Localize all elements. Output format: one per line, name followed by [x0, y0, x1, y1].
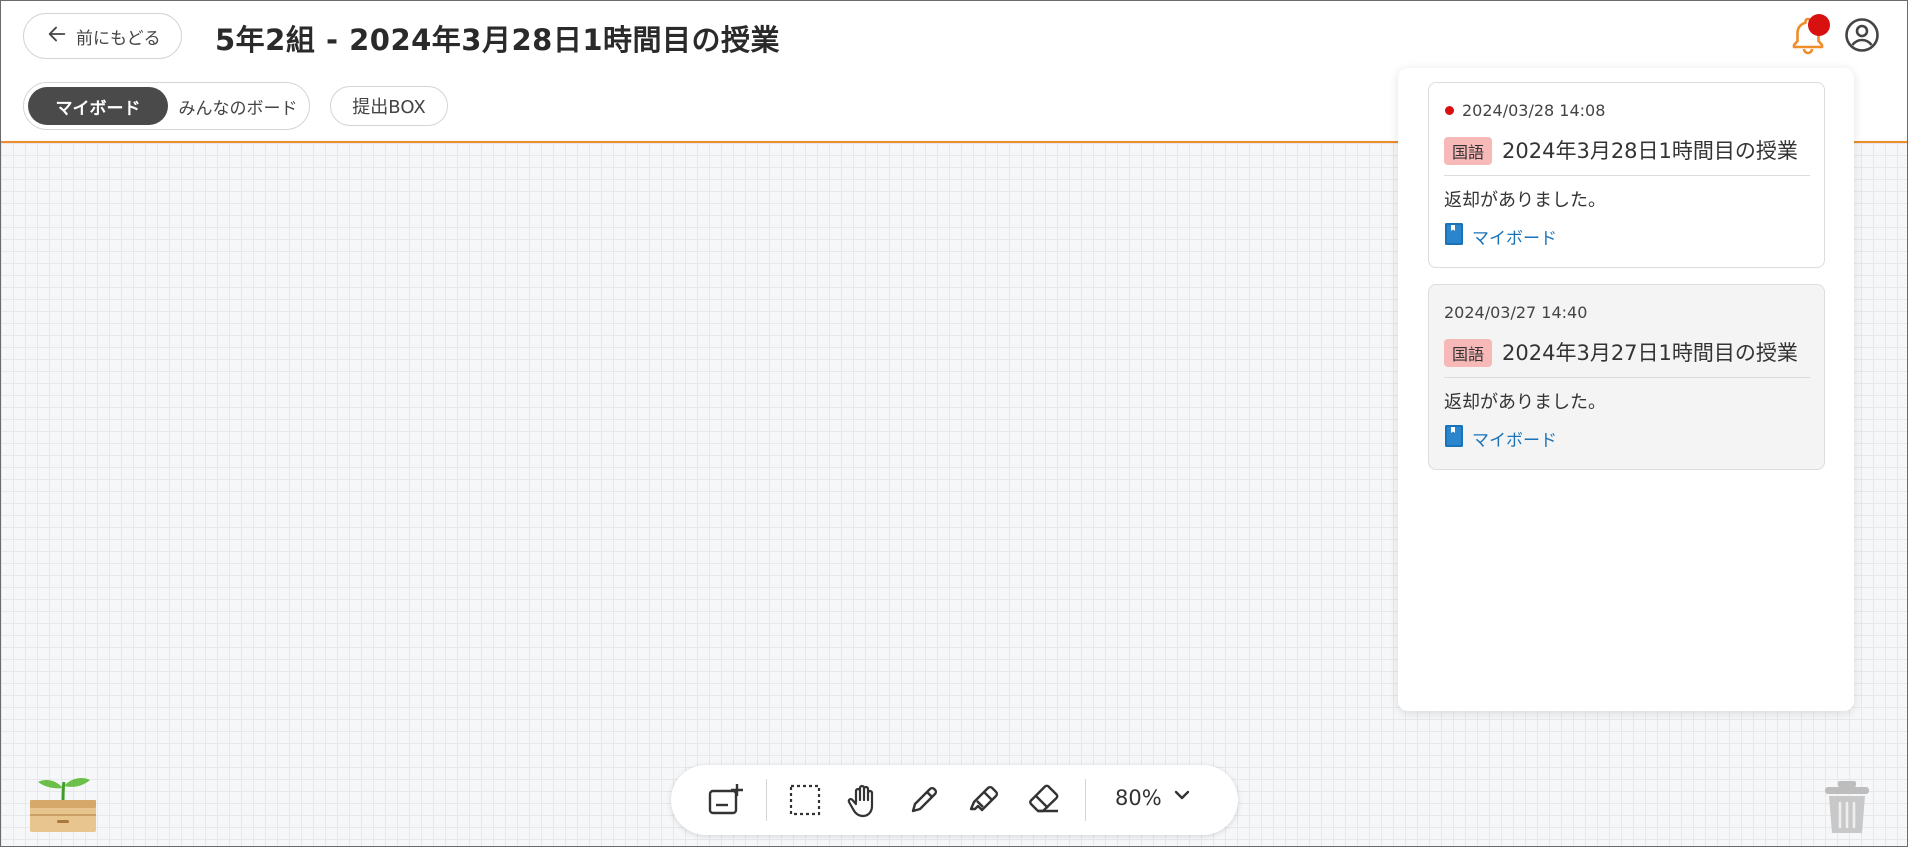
- eraser-icon[interactable]: [1025, 781, 1063, 819]
- toolbar-divider: [766, 779, 767, 821]
- board-book-icon: [1444, 424, 1464, 453]
- submit-box-button[interactable]: 提出BOX: [330, 86, 448, 126]
- notification-title: 2024年3月27日1時間目の授業: [1502, 341, 1798, 365]
- unread-dot-icon: [1445, 106, 1454, 115]
- my-board-link-label: マイボード: [1472, 431, 1557, 451]
- notification-item[interactable]: 2024/03/27 14:40 国語 2024年3月27日1時間目の授業 返却…: [1428, 284, 1825, 470]
- toolbar-divider: [1085, 779, 1086, 821]
- page-title: 5年2組 - 2024年3月28日1時間目の授業: [215, 23, 781, 57]
- app-window: 前にもどる 5年2組 - 2024年3月28日1時間目の授業 マイボード みんな…: [0, 0, 1908, 847]
- subject-badge: 国語: [1444, 339, 1493, 367]
- marker-icon[interactable]: [965, 781, 1003, 819]
- notification-badge: [1808, 14, 1830, 36]
- notification-message: 返却がありました。: [1444, 190, 1606, 211]
- back-button[interactable]: 前にもどる: [23, 13, 182, 59]
- add-card-icon[interactable]: [706, 781, 744, 819]
- tab-my-board[interactable]: マイボード: [28, 87, 168, 125]
- my-board-link[interactable]: マイボード: [1444, 222, 1557, 251]
- zoom-select[interactable]: 80%: [1115, 785, 1192, 810]
- subject-badge: 国語: [1444, 137, 1493, 165]
- tab-everyone-board[interactable]: みんなのボード: [170, 87, 306, 125]
- notification-item[interactable]: 2024/03/28 14:08 国語 2024年3月28日1時間目の授業 返却…: [1428, 82, 1825, 268]
- select-area-icon[interactable]: [786, 781, 824, 819]
- chevron-down-icon: [1172, 785, 1192, 810]
- account-icon[interactable]: [1844, 17, 1880, 53]
- notification-header: 国語 2024年3月27日1時間目の授業: [1444, 337, 1810, 378]
- pen-icon[interactable]: [905, 781, 943, 819]
- hand-icon[interactable]: [845, 781, 883, 819]
- notification-time-text: 2024/03/28 14:08: [1462, 101, 1606, 120]
- drawing-toolbar: 80%: [671, 765, 1238, 835]
- notification-title: 2024年3月28日1時間目の授業: [1502, 139, 1798, 163]
- back-label: 前にもどる: [76, 28, 161, 49]
- trash-icon[interactable]: [1823, 779, 1871, 835]
- notification-time-text: 2024/03/27 14:40: [1444, 303, 1588, 322]
- notification-time: 2024/03/27 14:40: [1444, 303, 1587, 322]
- my-board-link[interactable]: マイボード: [1444, 424, 1557, 453]
- notification-panel: 2024/03/28 14:08 国語 2024年3月28日1時間目の授業 返却…: [1398, 68, 1854, 711]
- arrow-left-icon: [46, 23, 68, 50]
- notification-time: 2024/03/28 14:08: [1445, 101, 1605, 120]
- sprout-box-icon[interactable]: [28, 776, 98, 834]
- notification-header: 国語 2024年3月28日1時間目の授業: [1444, 135, 1810, 176]
- notification-message: 返却がありました。: [1444, 392, 1606, 413]
- zoom-level: 80%: [1115, 785, 1162, 810]
- board-toggle: マイボード みんなのボード: [23, 82, 310, 130]
- my-board-link-label: マイボード: [1472, 229, 1557, 249]
- board-book-icon: [1444, 222, 1464, 251]
